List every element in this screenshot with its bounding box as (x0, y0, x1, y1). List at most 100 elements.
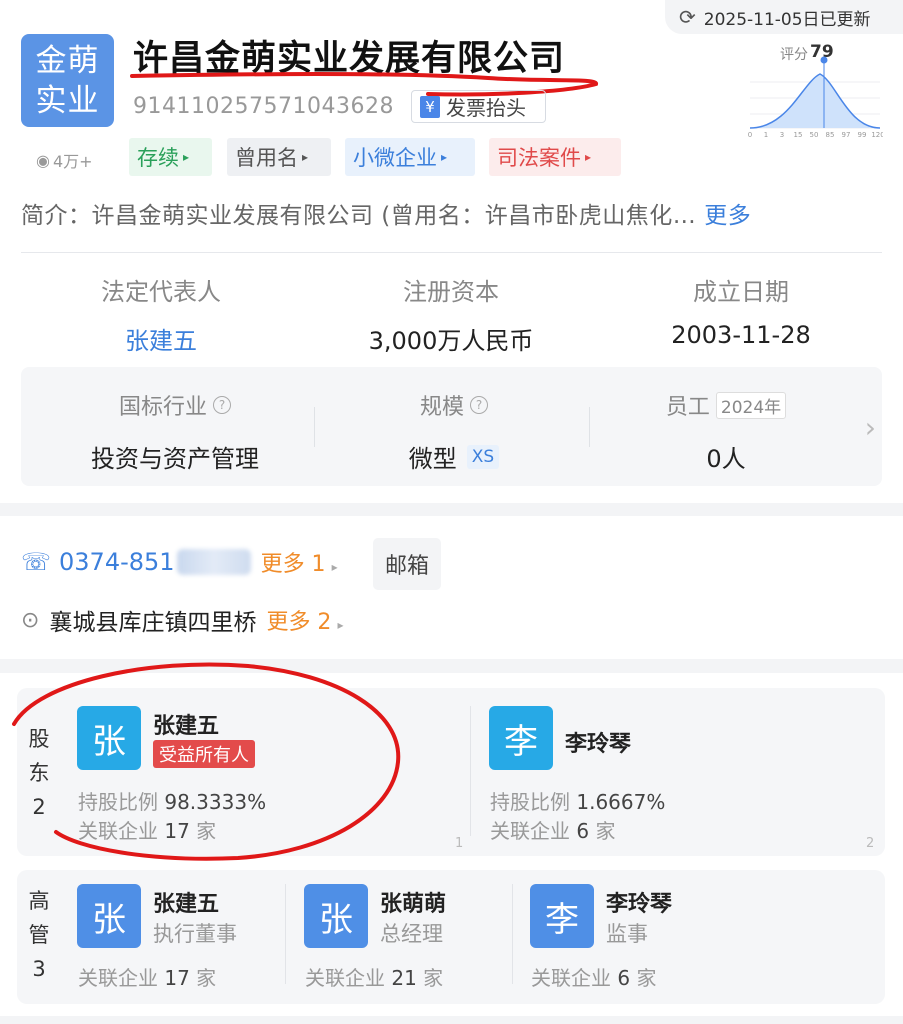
related-count: 21 (391, 966, 417, 990)
tag-status-label: 存续 (137, 146, 179, 170)
score-axis-tick: 99 (858, 131, 867, 138)
address-more-label: 更多 2 (266, 610, 332, 635)
phone-number[interactable]: 0374-851 (59, 548, 175, 576)
divider (285, 884, 286, 984)
phone-more-link[interactable]: 更多 1 ▸ (261, 546, 338, 578)
score-widget[interactable]: 评分 79 0 1 3 15 50 85 97 99 120 (748, 42, 883, 138)
location-pin-icon: ⊙ (21, 607, 40, 633)
executives-side-label[interactable]: 高 管 3 (17, 884, 61, 986)
executive-name: 张萌萌 (380, 892, 447, 917)
share-ratio-label: 持股比例 (490, 790, 570, 814)
address-text[interactable]: 襄城县库庄镇四里桥 (49, 603, 256, 637)
red-annotation-circle (12, 662, 401, 861)
company-intro: 简介：许昌金萌实业发展有限公司 (曾用名：许昌市卧虎山焦化… 更多 (21, 196, 751, 230)
tag-former-name-label: 曾用名 (235, 146, 298, 170)
help-icon[interactable]: ? (470, 396, 488, 414)
chevron-right-icon: ▸ (331, 560, 338, 574)
avatar: 李 (489, 706, 553, 770)
chevron-right-icon[interactable]: › (865, 411, 876, 444)
related-companies: 关联企业 21 家 (305, 962, 443, 991)
info-scale: 规模? 微型 XS (314, 389, 594, 474)
tag-small-micro[interactable]: 小微企业 ▸ (345, 138, 475, 176)
avatar: 李 (530, 884, 594, 948)
stat-founded-date: 成立日期 2003-11-28 (596, 272, 886, 349)
staff-label: 员工 (665, 395, 710, 420)
executive-role: 监事 (606, 922, 648, 946)
chevron-right-icon: ▸ (302, 150, 309, 164)
side-char: 高 (28, 889, 50, 913)
score-distribution-chart: 0 1 3 15 50 85 97 99 120 (748, 56, 883, 138)
side-char: 管 (28, 923, 50, 947)
related-label: 关联企业 (531, 966, 611, 990)
related-label: 关联企业 (305, 966, 385, 990)
scale-value: 微型 (408, 445, 457, 473)
executives-card: 高 管 3 张 张建五 执行董事 关联企业 17 家 张 张萌萌 总经理 关联企… (17, 870, 885, 1004)
info-industry: 国标行业? 投资与资产管理 (35, 389, 315, 474)
scale-label: 规模 (419, 395, 464, 420)
related-unit: 家 (196, 966, 217, 990)
item-index: 2 (866, 836, 875, 851)
logo-line-1: 金萌 (35, 43, 100, 79)
eye-icon: ◉ (36, 150, 50, 170)
scale-badge: XS (466, 444, 500, 469)
tag-judicial[interactable]: 司法案件 ▸ (489, 138, 621, 176)
divider (21, 252, 882, 253)
shareholder-name: 李玲琴 (565, 732, 632, 757)
related-companies: 关联企业 6 家 (490, 815, 615, 844)
chevron-right-icon: ▸ (337, 618, 344, 632)
intro-prefix: 简介： (21, 203, 92, 229)
item-index: 1 (455, 836, 464, 851)
stat-legal-rep: 法定代表人 张建五 (16, 272, 306, 356)
related-label: 关联企业 (490, 819, 570, 843)
view-count-value: 4万+ (52, 152, 93, 171)
related-companies: 关联企业 17 家 (78, 962, 216, 991)
stat-label: 成立日期 (693, 278, 789, 306)
related-count: 6 (576, 819, 590, 843)
intro-text: 许昌金萌实业发展有限公司 (曾用名：许昌市卧虎山焦化… (91, 203, 697, 229)
chevron-right-icon: ▸ (585, 150, 592, 164)
share-ratio-value: 1.6667% (576, 790, 666, 814)
score-axis-tick: 50 (810, 131, 819, 138)
score-axis-tick: 120 (871, 131, 883, 138)
executive-role: 总经理 (380, 922, 443, 946)
phone-more-label: 更多 1 (260, 552, 326, 577)
stat-value: 3,000万人民币 (368, 327, 534, 355)
score-axis-tick: 1 (764, 131, 768, 138)
legal-rep-link[interactable]: 张建五 (16, 321, 306, 356)
related-count: 6 (617, 966, 631, 990)
side-count: 3 (32, 957, 46, 981)
executive-role: 执行董事 (153, 922, 237, 946)
stat-label: 注册资本 (403, 278, 499, 306)
related-unit: 家 (595, 819, 616, 843)
info-staff: 员工 2024年 0人 (586, 389, 866, 474)
masked-digits (176, 549, 251, 575)
related-companies: 关联企业 6 家 (531, 962, 656, 991)
stat-value: 2003-11-28 (671, 321, 811, 349)
staff-value: 0人 (706, 445, 746, 473)
intro-more-link[interactable]: 更多 (704, 203, 751, 229)
credit-code[interactable]: 914110257571043628 (133, 94, 394, 119)
invoice-header-button[interactable]: ¥ 发票抬头 (411, 90, 546, 123)
industry-value: 投资与资产管理 (91, 445, 259, 473)
phone-row: ☏ 0374-851 更多 1 ▸ (21, 546, 338, 578)
address-more-link[interactable]: 更多 2 ▸ (266, 604, 343, 636)
score-axis-tick: 85 (826, 131, 835, 138)
update-status[interactable]: ⟳ 2025-11-05日已更新 (665, 0, 903, 34)
divider (470, 706, 471, 836)
tag-status[interactable]: 存续 ▸ (129, 138, 212, 176)
industry-label: 国标行业 (118, 395, 207, 420)
invoice-icon: ¥ (420, 95, 440, 118)
chevron-right-icon: ▸ (441, 150, 448, 164)
stat-label: 法定代表人 (101, 278, 221, 306)
executive-name: 张建五 (153, 892, 220, 917)
invoice-label: 发票抬头 (446, 96, 526, 120)
industry-info-panel[interactable]: 国标行业? 投资与资产管理 规模? 微型 XS 员工 2024年 0人 › (21, 367, 882, 486)
chevron-right-icon: ▸ (183, 150, 190, 164)
tag-former-name[interactable]: 曾用名 ▸ (227, 138, 331, 176)
share-ratio: 持股比例 1.6667% (490, 786, 665, 815)
related-unit: 家 (423, 966, 444, 990)
score-axis-tick: 15 (794, 131, 803, 138)
email-button[interactable]: 邮箱 (373, 538, 441, 590)
help-icon[interactable]: ? (213, 396, 231, 414)
logo-line-2: 实业 (35, 83, 100, 119)
